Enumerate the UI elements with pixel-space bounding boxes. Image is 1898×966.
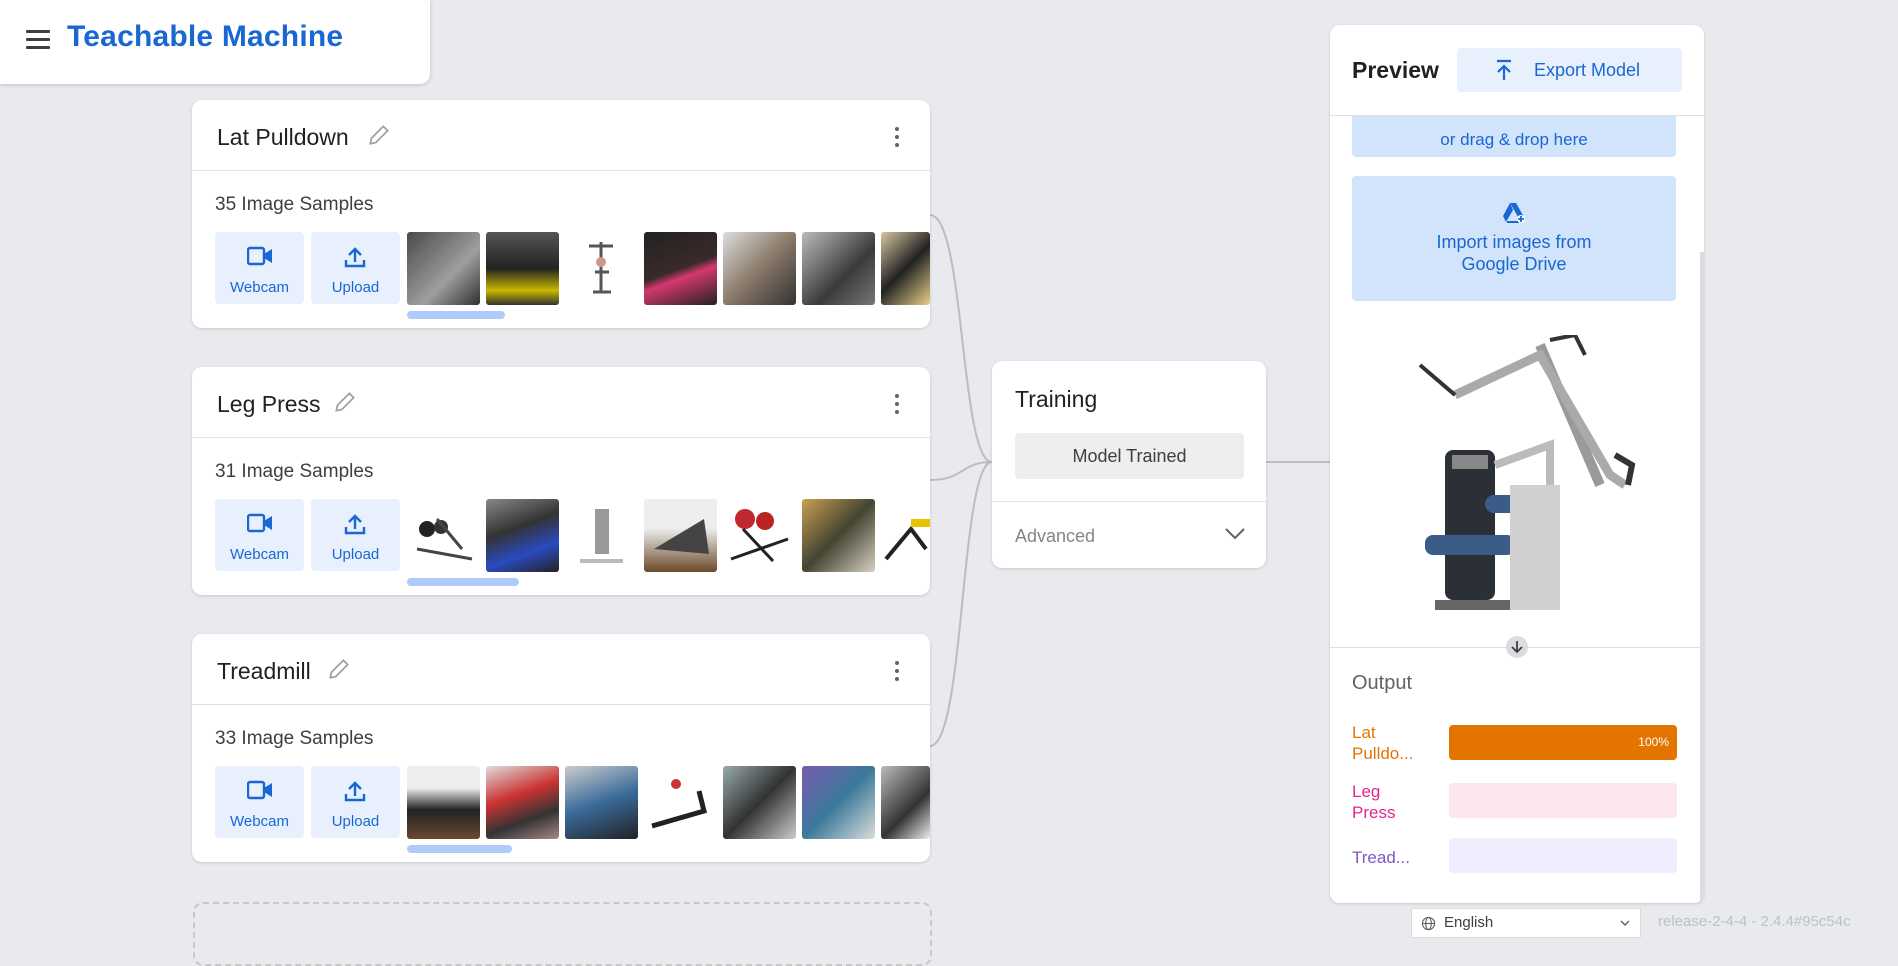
- upload-button[interactable]: Upload: [311, 499, 400, 571]
- class-card-treadmill: Treadmill 33 Image Samples Webcam Upload: [192, 634, 930, 862]
- video-camera-icon: [247, 246, 272, 266]
- confidence-bar-fill: 100%: [1449, 725, 1677, 760]
- arrow-down-icon[interactable]: [1506, 636, 1528, 658]
- add-class-button[interactable]: [193, 902, 932, 966]
- preview-panel: Preview Export Model or drag & drop here…: [1330, 25, 1704, 903]
- sample-thumbnail[interactable]: [881, 499, 930, 572]
- sample-thumbnail[interactable]: [644, 232, 717, 305]
- export-icon: [1497, 59, 1511, 80]
- class-name[interactable]: Treadmill: [217, 658, 311, 685]
- panel-scrollbar[interactable]: [1700, 252, 1704, 902]
- chevron-down-icon[interactable]: [1224, 527, 1246, 541]
- confidence-bar-treadmill: [1449, 838, 1677, 873]
- upload-button[interactable]: Upload: [311, 232, 400, 304]
- import-google-drive-button[interactable]: Import images from Google Drive: [1352, 176, 1676, 301]
- export-model-button[interactable]: Export Model: [1457, 48, 1682, 92]
- class-card-lat-pulldown: Lat Pulldown 35 Image Samples Webcam Upl…: [192, 100, 930, 328]
- preview-image-lat-pulldown-machine: [1418, 335, 1636, 610]
- sample-thumbnail[interactable]: [802, 232, 875, 305]
- output-label-treadmill: Tread...: [1352, 848, 1410, 867]
- webcam-button[interactable]: Webcam: [215, 499, 304, 571]
- sample-scrollbar[interactable]: [407, 845, 512, 853]
- preview-title: Preview: [1352, 57, 1439, 83]
- upload-icon: [344, 247, 366, 268]
- webcam-button[interactable]: Webcam: [215, 232, 304, 304]
- globe-icon: [1421, 916, 1436, 931]
- sample-thumbnail[interactable]: [644, 499, 717, 572]
- sample-thumbnail[interactable]: [486, 766, 559, 839]
- sample-thumbnail[interactable]: [644, 766, 717, 839]
- sample-thumbnail[interactable]: [565, 499, 638, 572]
- training-panel: Training Model Trained Advanced: [992, 361, 1266, 568]
- sample-thumbnail[interactable]: [407, 499, 480, 572]
- sample-scrollbar[interactable]: [407, 311, 505, 319]
- class-name[interactable]: Leg Press: [217, 391, 321, 418]
- language-select[interactable]: English: [1411, 908, 1641, 938]
- sample-thumbnail[interactable]: [723, 232, 796, 305]
- confidence-percent: 100%: [1638, 735, 1669, 749]
- video-camera-icon: [247, 513, 272, 533]
- sample-scrollbar[interactable]: [407, 578, 519, 586]
- video-camera-icon: [247, 780, 272, 800]
- webcam-button[interactable]: Webcam: [215, 766, 304, 838]
- google-drive-icon: [1503, 203, 1525, 223]
- more-options-icon[interactable]: [894, 127, 900, 149]
- class-name[interactable]: Lat Pulldown: [217, 124, 349, 151]
- output-label-lat-pulldown: Lat Pulldo...: [1352, 723, 1414, 763]
- sample-thumbnail[interactable]: [723, 766, 796, 839]
- edit-pencil-icon[interactable]: [332, 389, 358, 415]
- upload-icon: [344, 514, 366, 535]
- sample-thumbnail[interactable]: [881, 766, 930, 839]
- sample-thumbnail[interactable]: [486, 499, 559, 572]
- sample-thumbnail[interactable]: [802, 766, 875, 839]
- output-label-leg-press: Leg Press: [1352, 782, 1396, 822]
- sample-thumbnail[interactable]: [565, 766, 638, 839]
- more-options-icon[interactable]: [894, 394, 900, 416]
- sample-thumbnail[interactable]: [407, 766, 480, 839]
- sample-count: 33 Image Samples: [215, 728, 374, 749]
- upload-icon: [344, 781, 366, 802]
- sample-thumbnail[interactable]: [565, 232, 638, 305]
- advanced-toggle[interactable]: Advanced: [1015, 526, 1095, 547]
- sample-thumbnail[interactable]: [802, 499, 875, 572]
- sample-thumbnail[interactable]: [407, 232, 480, 305]
- edit-pencil-icon[interactable]: [366, 122, 392, 148]
- confidence-bar-leg-press: [1449, 783, 1677, 818]
- sample-count: 35 Image Samples: [215, 194, 374, 215]
- image-drop-zone[interactable]: or drag & drop here: [1352, 116, 1676, 157]
- edit-pencil-icon[interactable]: [326, 656, 352, 682]
- chevron-down-icon: [1620, 920, 1630, 926]
- more-options-icon[interactable]: [894, 661, 900, 683]
- app-title[interactable]: Teachable Machine: [67, 20, 343, 54]
- train-model-button[interactable]: Model Trained: [1015, 433, 1244, 479]
- sample-thumbnail[interactable]: [881, 232, 930, 305]
- class-card-leg-press: Leg Press 31 Image Samples Webcam Upload: [192, 367, 930, 595]
- sample-thumbnail[interactable]: [723, 499, 796, 572]
- upload-button[interactable]: Upload: [311, 766, 400, 838]
- app-header: Teachable Machine: [0, 0, 430, 84]
- confidence-bar-lat-pulldown: 100%: [1449, 725, 1677, 760]
- sample-thumbnail[interactable]: [486, 232, 559, 305]
- sample-count: 31 Image Samples: [215, 461, 374, 482]
- output-title: Output: [1352, 672, 1413, 694]
- training-title: Training: [1015, 386, 1098, 412]
- version-label: release-2-4-4 - 2.4.4#95c54c: [1658, 913, 1851, 930]
- menu-icon[interactable]: [26, 30, 50, 50]
